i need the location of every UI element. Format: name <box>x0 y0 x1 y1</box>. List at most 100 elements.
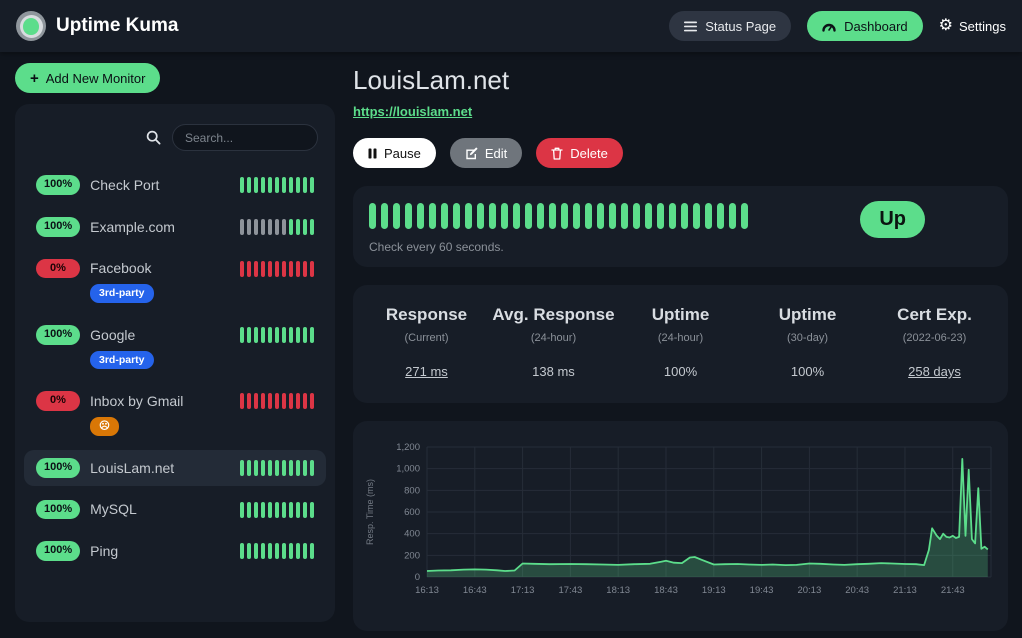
beat <box>282 460 286 476</box>
dashboard-gauge-icon <box>822 20 836 32</box>
beat <box>261 460 265 476</box>
pause-button[interactable]: Pause <box>353 138 436 168</box>
beat <box>405 203 412 229</box>
beat <box>310 502 314 518</box>
monitor-list-item[interactable]: 100%Ping <box>24 533 326 569</box>
beat <box>705 203 712 229</box>
monitor-tags: 3rd-party <box>90 350 154 370</box>
beat <box>289 327 293 343</box>
beat <box>310 393 314 409</box>
beat <box>303 219 307 235</box>
brand[interactable]: Uptime Kuma <box>16 11 178 41</box>
settings-button[interactable]: ⚙ Settings <box>939 18 1006 34</box>
beat <box>289 177 293 193</box>
search-input[interactable] <box>172 124 318 151</box>
beat <box>289 460 293 476</box>
status-page-label: Status Page <box>705 19 776 34</box>
svg-text:19:13: 19:13 <box>702 585 726 596</box>
svg-text:800: 800 <box>404 485 420 496</box>
edit-button[interactable]: Edit <box>450 138 522 168</box>
beat <box>289 502 293 518</box>
gear-icon: ⚙ <box>939 18 953 34</box>
action-buttons: Pause Edit Delete <box>353 138 1008 168</box>
heartbeat-bar <box>240 500 314 518</box>
beat <box>247 502 251 518</box>
monitor-list-item[interactable]: 100%LouisLam.net <box>24 450 326 486</box>
beat <box>417 203 424 229</box>
stat-subtitle: (30-day) <box>744 332 871 344</box>
add-new-monitor-label: Add New Monitor <box>46 71 146 86</box>
svg-text:400: 400 <box>404 529 420 540</box>
beat <box>268 261 272 277</box>
beat <box>585 203 592 229</box>
beat <box>268 460 272 476</box>
stat-value: 100% <box>617 364 744 379</box>
stat-value[interactable]: 271 ms <box>363 364 490 379</box>
delete-button[interactable]: Delete <box>536 138 623 168</box>
beat <box>240 177 244 193</box>
beat <box>303 543 307 559</box>
beat <box>296 219 300 235</box>
beat <box>296 261 300 277</box>
plus-icon: + <box>30 71 39 86</box>
monitor-list-item[interactable]: 100%MySQL <box>24 492 326 528</box>
uptime-kuma-logo-icon <box>16 11 46 41</box>
beat <box>310 177 314 193</box>
stat-column: Cert Exp.(2022-06-23)258 days <box>871 305 998 379</box>
stats-card: Response(Current)271 msAvg. Response(24-… <box>353 285 1008 403</box>
beat <box>310 327 314 343</box>
chart-card: 02004006008001,0001,20016:1316:4317:1317… <box>353 421 1008 631</box>
beat <box>275 261 279 277</box>
monitor-list-item[interactable]: 100%Example.com <box>24 209 326 245</box>
beat <box>275 393 279 409</box>
monitor-name: MySQL <box>90 501 137 517</box>
edit-pencil-icon <box>465 147 478 160</box>
beat <box>741 203 748 229</box>
stat-value[interactable]: 258 days <box>871 364 998 379</box>
add-new-monitor-button[interactable]: + Add New Monitor <box>15 63 160 93</box>
third-party-tag: 3rd-party <box>90 284 154 303</box>
uptime-badge: 100% <box>36 458 80 478</box>
beat <box>240 261 244 277</box>
beat <box>247 543 251 559</box>
monitor-list-item[interactable]: 0%Facebook3rd-party <box>24 251 326 311</box>
monitor-name: Example.com <box>90 219 175 235</box>
monitor-list-item[interactable]: 0%Inbox by Gmail☹ <box>24 383 326 443</box>
monitor-info: 0%Facebook3rd-party <box>36 259 154 303</box>
monitor-name: Inbox by Gmail <box>90 393 183 409</box>
beat <box>669 203 676 229</box>
beat <box>296 177 300 193</box>
svg-text:1,000: 1,000 <box>396 464 420 475</box>
stat-title: Uptime <box>617 305 744 325</box>
status-page-button[interactable]: Status Page <box>669 11 791 41</box>
beat <box>240 460 244 476</box>
beat <box>240 219 244 235</box>
beat <box>247 261 251 277</box>
svg-text:18:13: 18:13 <box>606 585 630 596</box>
status-badge: Up <box>860 201 925 238</box>
beat <box>254 261 258 277</box>
monitor-list-item[interactable]: 100%Google3rd-party <box>24 317 326 377</box>
monitor-url-link[interactable]: https://louislam.net <box>353 104 472 119</box>
beat <box>254 219 258 235</box>
beat <box>247 219 251 235</box>
beat <box>282 543 286 559</box>
response-time-chart: 02004006008001,0001,20016:1316:4317:1317… <box>361 437 1000 620</box>
beat <box>261 543 265 559</box>
monitor-list-item[interactable]: 100%Check Port <box>24 167 326 203</box>
pause-label: Pause <box>384 146 421 161</box>
svg-text:19:43: 19:43 <box>750 585 774 596</box>
beat <box>303 502 307 518</box>
monitor-info: 100%MySQL <box>36 500 137 520</box>
heartbeat-bar <box>240 458 314 476</box>
svg-text:16:43: 16:43 <box>463 585 487 596</box>
monitor-tags: ☹ <box>90 416 183 436</box>
beat <box>597 203 604 229</box>
beat <box>393 203 400 229</box>
dashboard-button[interactable]: Dashboard <box>807 11 923 41</box>
beat <box>549 203 556 229</box>
beat <box>254 543 258 559</box>
monitor-name: Check Port <box>90 177 159 193</box>
beat <box>275 177 279 193</box>
beat <box>275 219 279 235</box>
